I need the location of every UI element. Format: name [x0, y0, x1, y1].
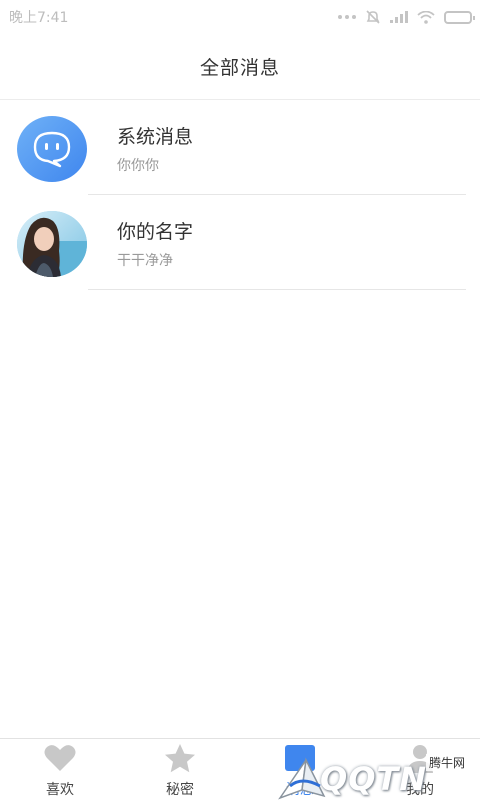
- tab-messages[interactable]: 消息: [240, 739, 360, 800]
- message-item-user[interactable]: 你的名字 干干净净: [0, 195, 480, 290]
- divider: [88, 289, 466, 290]
- page-title: 全部消息: [199, 57, 280, 79]
- star-icon: [164, 742, 196, 774]
- person-icon: [404, 742, 436, 774]
- message-icon: [284, 742, 316, 774]
- message-sender: 系统消息: [117, 126, 194, 148]
- message-preview: 你你你: [117, 158, 159, 174]
- tab-label: 我的: [406, 782, 434, 798]
- page-header: 全部消息: [0, 34, 480, 100]
- battery-icon: [444, 10, 475, 24]
- message-sender: 你的名字: [117, 221, 194, 243]
- user-avatar: [17, 211, 87, 277]
- tab-like[interactable]: 喜欢: [0, 739, 120, 800]
- message-texts: 你的名字 干干净净: [117, 221, 193, 269]
- screen: 晚上7:41 全部消息 系统消息 你你你 你的名字 干干净净 喜欢 秘密 消息 …: [0, 0, 480, 800]
- message-list: 系统消息 你你你 你的名字 干干净净: [0, 100, 480, 290]
- message-preview: 干干净净: [117, 253, 173, 269]
- tab-label: 消息: [286, 782, 314, 798]
- smiley-chat-icon: [17, 116, 87, 182]
- tab-label: 喜欢: [46, 782, 74, 798]
- tab-label: 秘密: [166, 782, 194, 798]
- status-icons: [338, 10, 475, 24]
- status-time: 晚上7:41: [9, 10, 69, 26]
- more-dots-icon: [338, 15, 356, 19]
- signal-icon: [390, 11, 408, 23]
- status-bar: 晚上7:41: [0, 0, 480, 34]
- bottom-tab-bar: 喜欢 秘密 消息 我的: [0, 738, 480, 800]
- tab-secret[interactable]: 秘密: [120, 739, 240, 800]
- mute-icon: [366, 10, 380, 24]
- wifi-icon: [417, 10, 435, 24]
- message-texts: 系统消息 你你你: [117, 126, 193, 174]
- message-item-system[interactable]: 系统消息 你你你: [0, 100, 480, 195]
- heart-icon: [44, 742, 76, 774]
- tab-mine[interactable]: 我的: [360, 739, 480, 800]
